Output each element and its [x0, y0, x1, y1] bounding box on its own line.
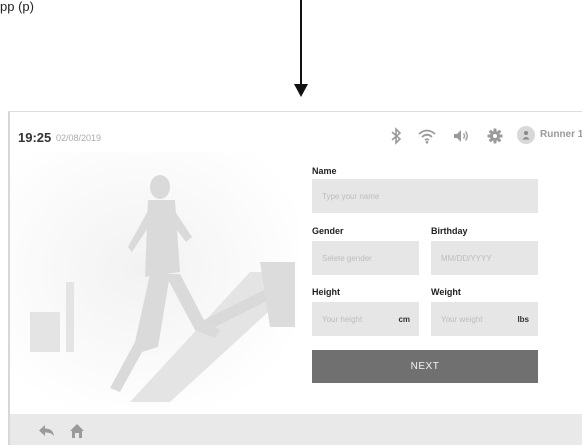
treadmill-runner-illustration	[10, 152, 300, 412]
gender-label: Gender	[312, 226, 344, 236]
height-label: Height	[312, 287, 340, 297]
user-avatar[interactable]	[517, 126, 535, 144]
volume-icon[interactable]	[450, 125, 472, 147]
weight-label: Weight	[431, 287, 461, 297]
home-icon[interactable]	[69, 423, 87, 439]
clock-date: 02/08/2019	[56, 133, 102, 143]
top-caption: pp (p)	[0, 0, 34, 14]
weight-placeholder: Your weight	[441, 314, 483, 324]
clock-time: 19:25	[18, 130, 52, 145]
weight-input[interactable]: Your weight lbs	[431, 302, 538, 336]
birthday-input[interactable]: MM/DD/YYYY	[431, 241, 538, 275]
name-label: Name	[312, 166, 337, 176]
down-arrow-head-icon	[294, 84, 308, 97]
name-placeholder: Type your name	[322, 191, 380, 201]
height-unit: cm	[398, 314, 410, 324]
device-screen: 19:25 02/08/2019 Runner 1 Name Type your…	[8, 111, 582, 445]
gender-placeholder: Selete gender	[322, 253, 372, 263]
weight-unit: lbs	[517, 314, 529, 324]
height-placeholder: Your height	[322, 314, 363, 324]
birthday-placeholder: MM/DD/YYYY	[441, 253, 492, 263]
user-name[interactable]: Runner 1	[540, 129, 582, 140]
user-icon	[522, 131, 530, 140]
bottom-nav-bar	[10, 414, 582, 445]
gender-select[interactable]: Selete gender	[312, 241, 419, 275]
down-arrow-line	[300, 0, 302, 86]
height-input[interactable]: Your height cm	[312, 302, 419, 336]
settings-gear-icon[interactable]	[484, 125, 506, 147]
wifi-icon[interactable]	[416, 125, 438, 147]
next-button[interactable]: NEXT	[312, 350, 538, 383]
birthday-label: Birthday	[431, 226, 468, 236]
back-arrow-icon[interactable]	[38, 423, 56, 439]
name-input[interactable]: Type your name	[312, 179, 538, 213]
bluetooth-icon[interactable]	[385, 125, 407, 147]
